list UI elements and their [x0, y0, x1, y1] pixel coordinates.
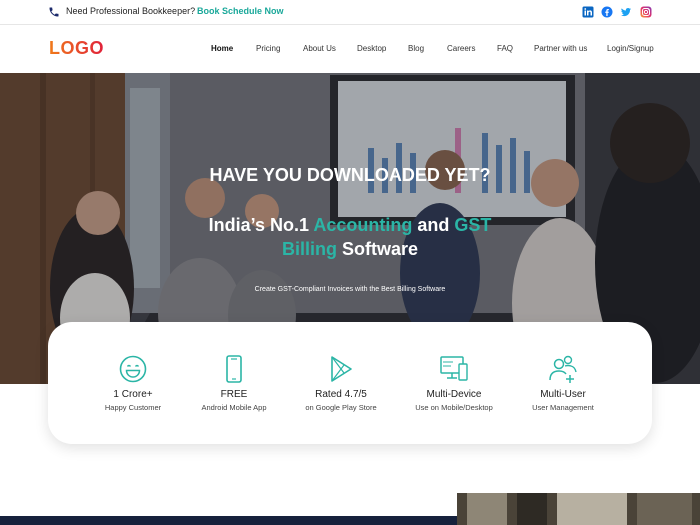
nav-home[interactable]: Home: [211, 44, 233, 53]
nav-login-signup[interactable]: Login/Signup: [607, 44, 654, 53]
play-store-icon: [331, 356, 352, 382]
multi-device-icon: [440, 356, 468, 381]
nav-desktop[interactable]: Desktop: [357, 44, 386, 53]
stat-value: Multi-Device: [426, 389, 482, 400]
twitter-icon[interactable]: [620, 6, 632, 18]
hero-headline-part3: Software: [336, 239, 419, 259]
hero-headline: India’s No.1 Accounting and GST Billing …: [200, 213, 500, 261]
phone-icon: [49, 7, 59, 17]
main-nav: LOGO Home Pricing About Us Desktop Blog …: [0, 25, 700, 73]
stat-multi-user: Multi-User User Management: [503, 354, 623, 412]
hero-headline-accounting: Accounting: [313, 215, 413, 235]
nav-about-us[interactable]: About Us: [303, 44, 336, 53]
dark-section-strip: [0, 516, 460, 525]
office-photo-image: [457, 493, 700, 525]
stat-label: on Google Play Store: [305, 403, 377, 412]
stat-label: Android Mobile App: [201, 403, 267, 412]
top-bar: Need Professional Bookkeeper? Book Sched…: [0, 0, 700, 25]
nav-careers[interactable]: Careers: [447, 44, 475, 53]
hero-headline-part2: and: [412, 215, 455, 235]
book-schedule-link[interactable]: Book Schedule Now: [197, 6, 284, 16]
hero-subtitle: Create GST-Compliant Invoices with the B…: [254, 286, 446, 293]
office-photo: [457, 493, 700, 525]
multi-user-icon: [549, 355, 577, 383]
stat-value: FREE: [220, 389, 248, 400]
facebook-icon[interactable]: [601, 6, 613, 18]
stat-value: Rated 4.7/5: [315, 389, 367, 400]
site-logo[interactable]: LOGO: [49, 38, 104, 59]
nav-partner-with-us[interactable]: Partner with us: [534, 44, 587, 53]
smiley-icon: [119, 355, 147, 383]
stat-label: User Management: [532, 403, 594, 412]
stat-value: Multi-User: [540, 389, 586, 400]
instagram-icon[interactable]: [640, 6, 652, 18]
hero-headline-part1: India’s No.1: [208, 215, 314, 235]
mobile-icon: [226, 355, 242, 383]
hero-title: HAVE YOU DOWNLOADED YET?: [209, 165, 491, 185]
stat-android-app: FREE Android Mobile App: [174, 354, 294, 412]
bookkeeper-prompt: Need Professional Bookkeeper?: [66, 6, 196, 16]
stat-play-store-rating: Rated 4.7/5 on Google Play Store: [281, 354, 401, 412]
stat-multi-device: Multi-Device Use on Mobile/Desktop: [394, 354, 514, 412]
nav-faq[interactable]: FAQ: [497, 44, 513, 53]
stats-card: 1 Crore+ Happy Customer FREE Android Mob…: [48, 322, 652, 444]
stat-label: Use on Mobile/Desktop: [415, 403, 493, 412]
nav-pricing[interactable]: Pricing: [256, 44, 280, 53]
linkedin-icon[interactable]: [582, 6, 594, 18]
nav-blog[interactable]: Blog: [408, 44, 424, 53]
